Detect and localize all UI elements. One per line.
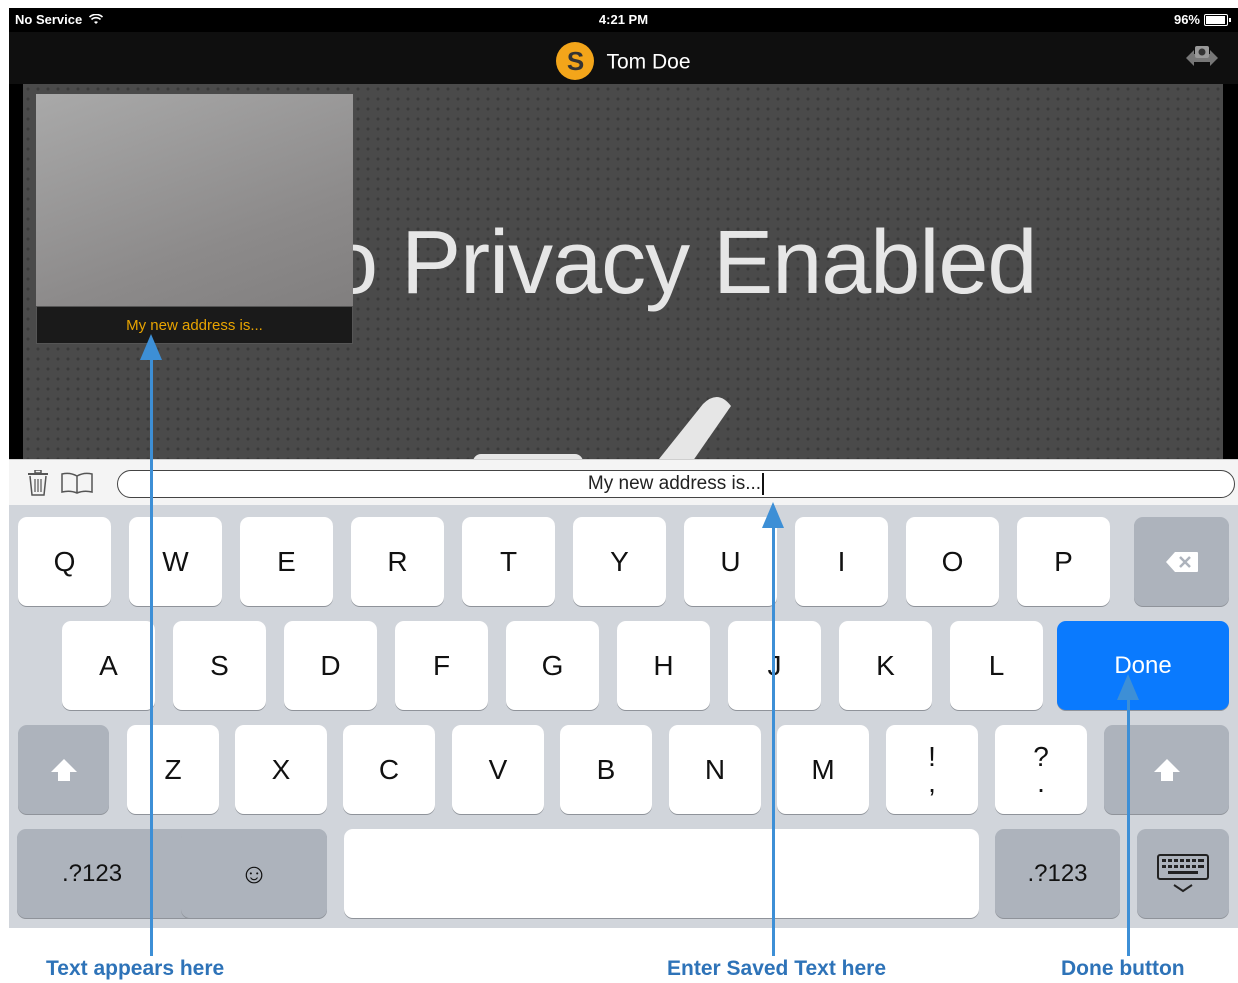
key-h[interactable]: H bbox=[617, 621, 710, 710]
callout-arrow-text-appears bbox=[150, 360, 153, 956]
key-m[interactable]: M bbox=[777, 725, 869, 814]
keyboard-hide-icon bbox=[1157, 853, 1209, 892]
key-question-period[interactable]: ?. bbox=[995, 725, 1087, 814]
saved-text-value: My new address is... bbox=[587, 473, 762, 494]
saved-text-input[interactable]: My new address is... bbox=[117, 470, 1235, 498]
status-bar: No Service 4:21 PM 96% bbox=[9, 8, 1238, 32]
key-x[interactable]: X bbox=[235, 725, 327, 814]
shift-key-right[interactable] bbox=[1104, 725, 1229, 814]
self-view: My new address is... bbox=[36, 94, 353, 344]
callout-arrowhead-done bbox=[1117, 674, 1139, 700]
key-s[interactable]: S bbox=[173, 621, 266, 710]
contact-name: Tom Doe bbox=[606, 50, 691, 74]
key-a[interactable]: A bbox=[62, 621, 155, 710]
done-key[interactable]: Done bbox=[1057, 621, 1229, 710]
trash-icon[interactable] bbox=[27, 470, 49, 496]
on-screen-keyboard: Q W E R T Y U I O P A S D F G H J K L Do… bbox=[9, 505, 1238, 928]
key-o[interactable]: O bbox=[906, 517, 999, 606]
saved-text-bar: My new address is... bbox=[9, 459, 1238, 506]
shift-icon bbox=[1153, 758, 1180, 781]
key-l[interactable]: L bbox=[950, 621, 1043, 710]
delete-icon bbox=[1165, 551, 1198, 572]
callout-arrowhead-enter-text bbox=[762, 502, 784, 528]
callout-enter-text: Enter Saved Text here bbox=[667, 957, 887, 980]
key-exclamation-comma[interactable]: !, bbox=[886, 725, 978, 814]
key-q[interactable]: Q bbox=[18, 517, 111, 606]
key-v[interactable]: V bbox=[452, 725, 544, 814]
shift-icon bbox=[50, 758, 77, 781]
key-d[interactable]: D bbox=[284, 621, 377, 710]
key-p[interactable]: P bbox=[1017, 517, 1110, 606]
punct-pair-2: ?. bbox=[1033, 740, 1049, 798]
emoji-icon: ☺ bbox=[239, 857, 269, 889]
nav-bar: S Tom Doe bbox=[9, 32, 1238, 84]
shift-key-left[interactable] bbox=[18, 725, 109, 814]
emoji-key[interactable]: ☺ bbox=[181, 829, 327, 918]
privacy-message: eo Privacy Enabled bbox=[279, 213, 1037, 313]
key-e[interactable]: E bbox=[240, 517, 333, 606]
key-k[interactable]: K bbox=[839, 621, 932, 710]
key-z[interactable]: Z bbox=[127, 725, 219, 814]
key-y[interactable]: Y bbox=[573, 517, 666, 606]
app-logo-icon: S bbox=[556, 42, 595, 80]
text-caret bbox=[762, 472, 765, 495]
battery-icon bbox=[1204, 13, 1231, 26]
callout-arrow-enter-text bbox=[772, 528, 775, 956]
battery-percent: 96% bbox=[1173, 12, 1200, 27]
key-r[interactable]: R bbox=[351, 517, 444, 606]
key-t[interactable]: T bbox=[462, 517, 555, 606]
remote-video: eo Privacy Enabled My new address is... bbox=[23, 84, 1223, 459]
key-u[interactable]: U bbox=[684, 517, 777, 606]
key-f[interactable]: F bbox=[395, 621, 488, 710]
callout-arrow-done bbox=[1127, 700, 1130, 956]
punct-pair-1: !, bbox=[928, 740, 936, 798]
call-title: S Tom Doe bbox=[9, 42, 1238, 82]
privacy-graphic bbox=[473, 397, 731, 459]
callout-text-appears: Text appears here bbox=[46, 957, 225, 980]
battery-status: 96% bbox=[1173, 12, 1231, 27]
status-time: 4:21 PM bbox=[598, 12, 649, 27]
hide-keyboard-key[interactable] bbox=[1137, 829, 1229, 918]
key-n[interactable]: N bbox=[669, 725, 761, 814]
book-icon[interactable] bbox=[61, 472, 93, 494]
camera-switch-icon[interactable] bbox=[1180, 44, 1224, 70]
device-screen: No Service 4:21 PM 96% S Tom Doe eo Priva… bbox=[9, 8, 1238, 928]
key-g[interactable]: G bbox=[506, 621, 599, 710]
key-c[interactable]: C bbox=[343, 725, 435, 814]
callout-arrowhead-text-appears bbox=[140, 334, 162, 360]
self-view-caption: My new address is... bbox=[36, 306, 353, 344]
numbers-key-right[interactable]: .?123 bbox=[995, 829, 1120, 918]
key-b[interactable]: B bbox=[560, 725, 652, 814]
space-key[interactable] bbox=[344, 829, 979, 918]
key-i[interactable]: I bbox=[795, 517, 888, 606]
callout-done-button: Done button bbox=[1061, 957, 1185, 980]
key-w[interactable]: W bbox=[129, 517, 222, 606]
delete-key[interactable] bbox=[1134, 517, 1229, 606]
